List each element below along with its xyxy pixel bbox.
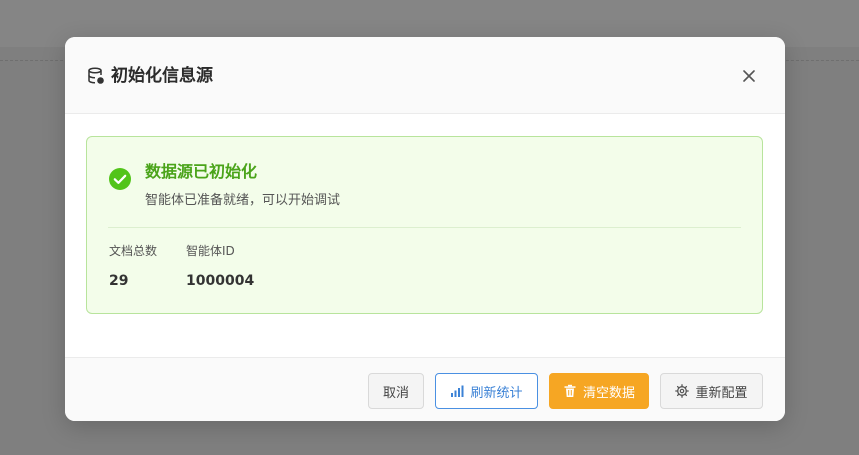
stat-value: 29 (109, 273, 129, 289)
dialog-header: 初始化信息源 (65, 37, 785, 114)
dialog-body: 数据源已初始化 智能体已准备就绪，可以开始调试 文档总数 29 智能体ID 10… (65, 114, 785, 357)
refresh-stats-button[interactable]: 刷新统计 (435, 373, 538, 409)
stat-label: 文档总数 (109, 244, 158, 258)
trash-icon (564, 384, 576, 397)
stat-document-count: 文档总数 29 (109, 242, 157, 291)
cancel-button[interactable]: 取消 (368, 373, 424, 409)
status-title: 数据源已初始化 (145, 162, 258, 181)
stat-label: 智能体ID (186, 244, 235, 258)
cancel-button-label: 取消 (382, 385, 409, 401)
refresh-stats-label: 刷新统计 (470, 385, 523, 401)
close-icon (743, 70, 755, 82)
database-icon (88, 67, 104, 84)
status-description: 智能体已准备就绪，可以开始调试 (145, 193, 341, 208)
status-divider (108, 227, 741, 228)
stat-value: 1000004 (186, 273, 255, 289)
reconfigure-label: 重新配置 (695, 385, 748, 401)
check-circle-icon (109, 168, 131, 190)
clear-data-button[interactable]: 清空数据 (549, 373, 649, 409)
init-source-dialog: 初始化信息源 数据源已初始化 智能体已准备就绪，可以开始调试 文档总数 29 智… (65, 37, 785, 421)
dialog-title: 初始化信息源 (111, 66, 213, 86)
stat-agent-id: 智能体ID 1000004 (186, 242, 254, 291)
reconfigure-button[interactable]: 重新配置 (660, 373, 763, 409)
bar-chart-icon (451, 385, 464, 397)
clear-data-label: 清空数据 (582, 385, 635, 401)
gear-icon (675, 384, 690, 398)
status-card: 数据源已初始化 智能体已准备就绪，可以开始调试 文档总数 29 智能体ID 10… (86, 136, 763, 314)
close-button[interactable] (737, 64, 761, 88)
dialog-footer: 取消 刷新统计 清空数据 重新配置 (65, 357, 785, 421)
dialog-title-group: 初始化信息源 (87, 64, 213, 88)
